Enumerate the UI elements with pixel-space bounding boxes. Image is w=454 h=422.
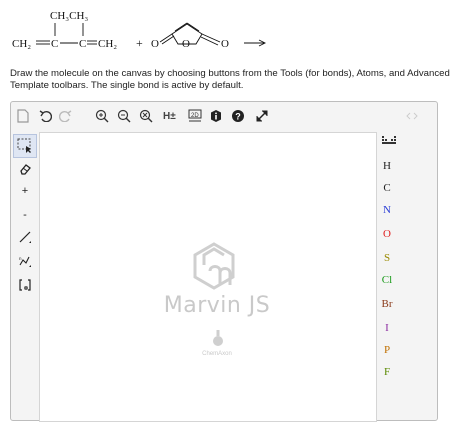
drawing-canvas[interactable]: Marvin JS ChemAxon <box>39 132 377 422</box>
atom-p-button[interactable]: P <box>377 344 397 356</box>
marvin-logo-icon <box>193 242 235 290</box>
svg-text:?: ? <box>235 112 241 122</box>
diene-right-label: CH₂ <box>98 38 117 50</box>
marvin-editor: H± 2D ? + - n Marvin JS ChemAxon H C N O… <box>10 101 438 422</box>
periodic-table-icon[interactable] <box>381 134 397 146</box>
atom-n-button[interactable]: N <box>377 204 397 216</box>
atom-cl-button[interactable]: Cl <box>377 274 397 286</box>
atom-o-button[interactable]: O <box>377 228 397 240</box>
plus-sign: + <box>136 36 143 50</box>
diene-left-label: CH₂ <box>12 38 31 50</box>
atom-o-label: O <box>383 228 391 240</box>
new-document-icon[interactable] <box>17 107 29 125</box>
chain-tool-icon[interactable]: n <box>15 252 35 270</box>
atom-s-button[interactable]: S <box>377 252 397 264</box>
atom-p-label: P <box>383 344 391 356</box>
atom-h-button[interactable]: H <box>377 160 397 172</box>
atom-f-button[interactable]: F <box>377 366 397 378</box>
left-toolbar: + - n <box>11 130 37 420</box>
substituent-label: CH₃CH₃ <box>50 10 88 22</box>
single-bond-icon[interactable] <box>15 228 35 246</box>
atom-s-label: S <box>383 252 391 264</box>
ring-o-right: O <box>221 38 229 50</box>
toolbar-scroll-icon[interactable] <box>405 107 419 125</box>
help-icon[interactable]: ? <box>231 107 245 125</box>
atom-cl-label: Cl <box>381 274 393 286</box>
eraser-icon[interactable] <box>15 160 35 178</box>
hydrogen-toggle-button[interactable]: H± <box>163 107 176 125</box>
zoom-out-icon[interactable] <box>117 107 131 125</box>
atoms-toolbar: H C N O S Cl Br I P F <box>377 130 437 420</box>
ring-o-left: O <box>151 38 159 50</box>
diene-c1-label: C <box>51 38 58 50</box>
redo-icon[interactable] <box>59 107 72 125</box>
chemaxon-flask-icon <box>213 330 223 346</box>
reaction-scheme: CH₃CH₃ CH₂ C C CH₂ + O O O <box>12 10 267 50</box>
zoom-in-icon[interactable] <box>95 107 109 125</box>
instructions-text: Draw the molecule on the canvas by choos… <box>10 68 450 91</box>
undo-icon[interactable] <box>39 107 52 125</box>
atom-h-label: H <box>383 160 391 172</box>
watermark-title: Marvin JS <box>163 293 271 318</box>
atom-i-label: I <box>385 322 389 334</box>
atom-br-label: Br <box>381 298 393 310</box>
clean-2d-button[interactable]: 2D <box>187 107 203 125</box>
charge-plus-button[interactable]: + <box>15 182 35 200</box>
charge-minus-button[interactable]: - <box>15 206 35 224</box>
atom-n-label: N <box>383 204 391 216</box>
selection-tool-icon[interactable] <box>13 134 37 158</box>
info-icon[interactable] <box>209 107 223 125</box>
atom-c-button[interactable]: C <box>377 182 397 194</box>
svg-text:n: n <box>19 256 22 261</box>
top-toolbar: H± 2D ? <box>11 102 437 130</box>
zoom-reset-icon[interactable] <box>139 107 153 125</box>
atom-br-button[interactable]: Br <box>377 298 397 310</box>
clean-2d-label: 2D <box>191 113 199 119</box>
atom-i-button[interactable]: I <box>377 322 397 334</box>
fullscreen-icon[interactable] <box>255 107 269 125</box>
atom-f-label: F <box>383 366 391 378</box>
atom-c-label: C <box>383 182 391 194</box>
diene-c2-label: C <box>79 38 86 50</box>
bracket-tool-icon[interactable] <box>15 276 35 294</box>
watermark-vendor: ChemAxon <box>202 351 232 357</box>
